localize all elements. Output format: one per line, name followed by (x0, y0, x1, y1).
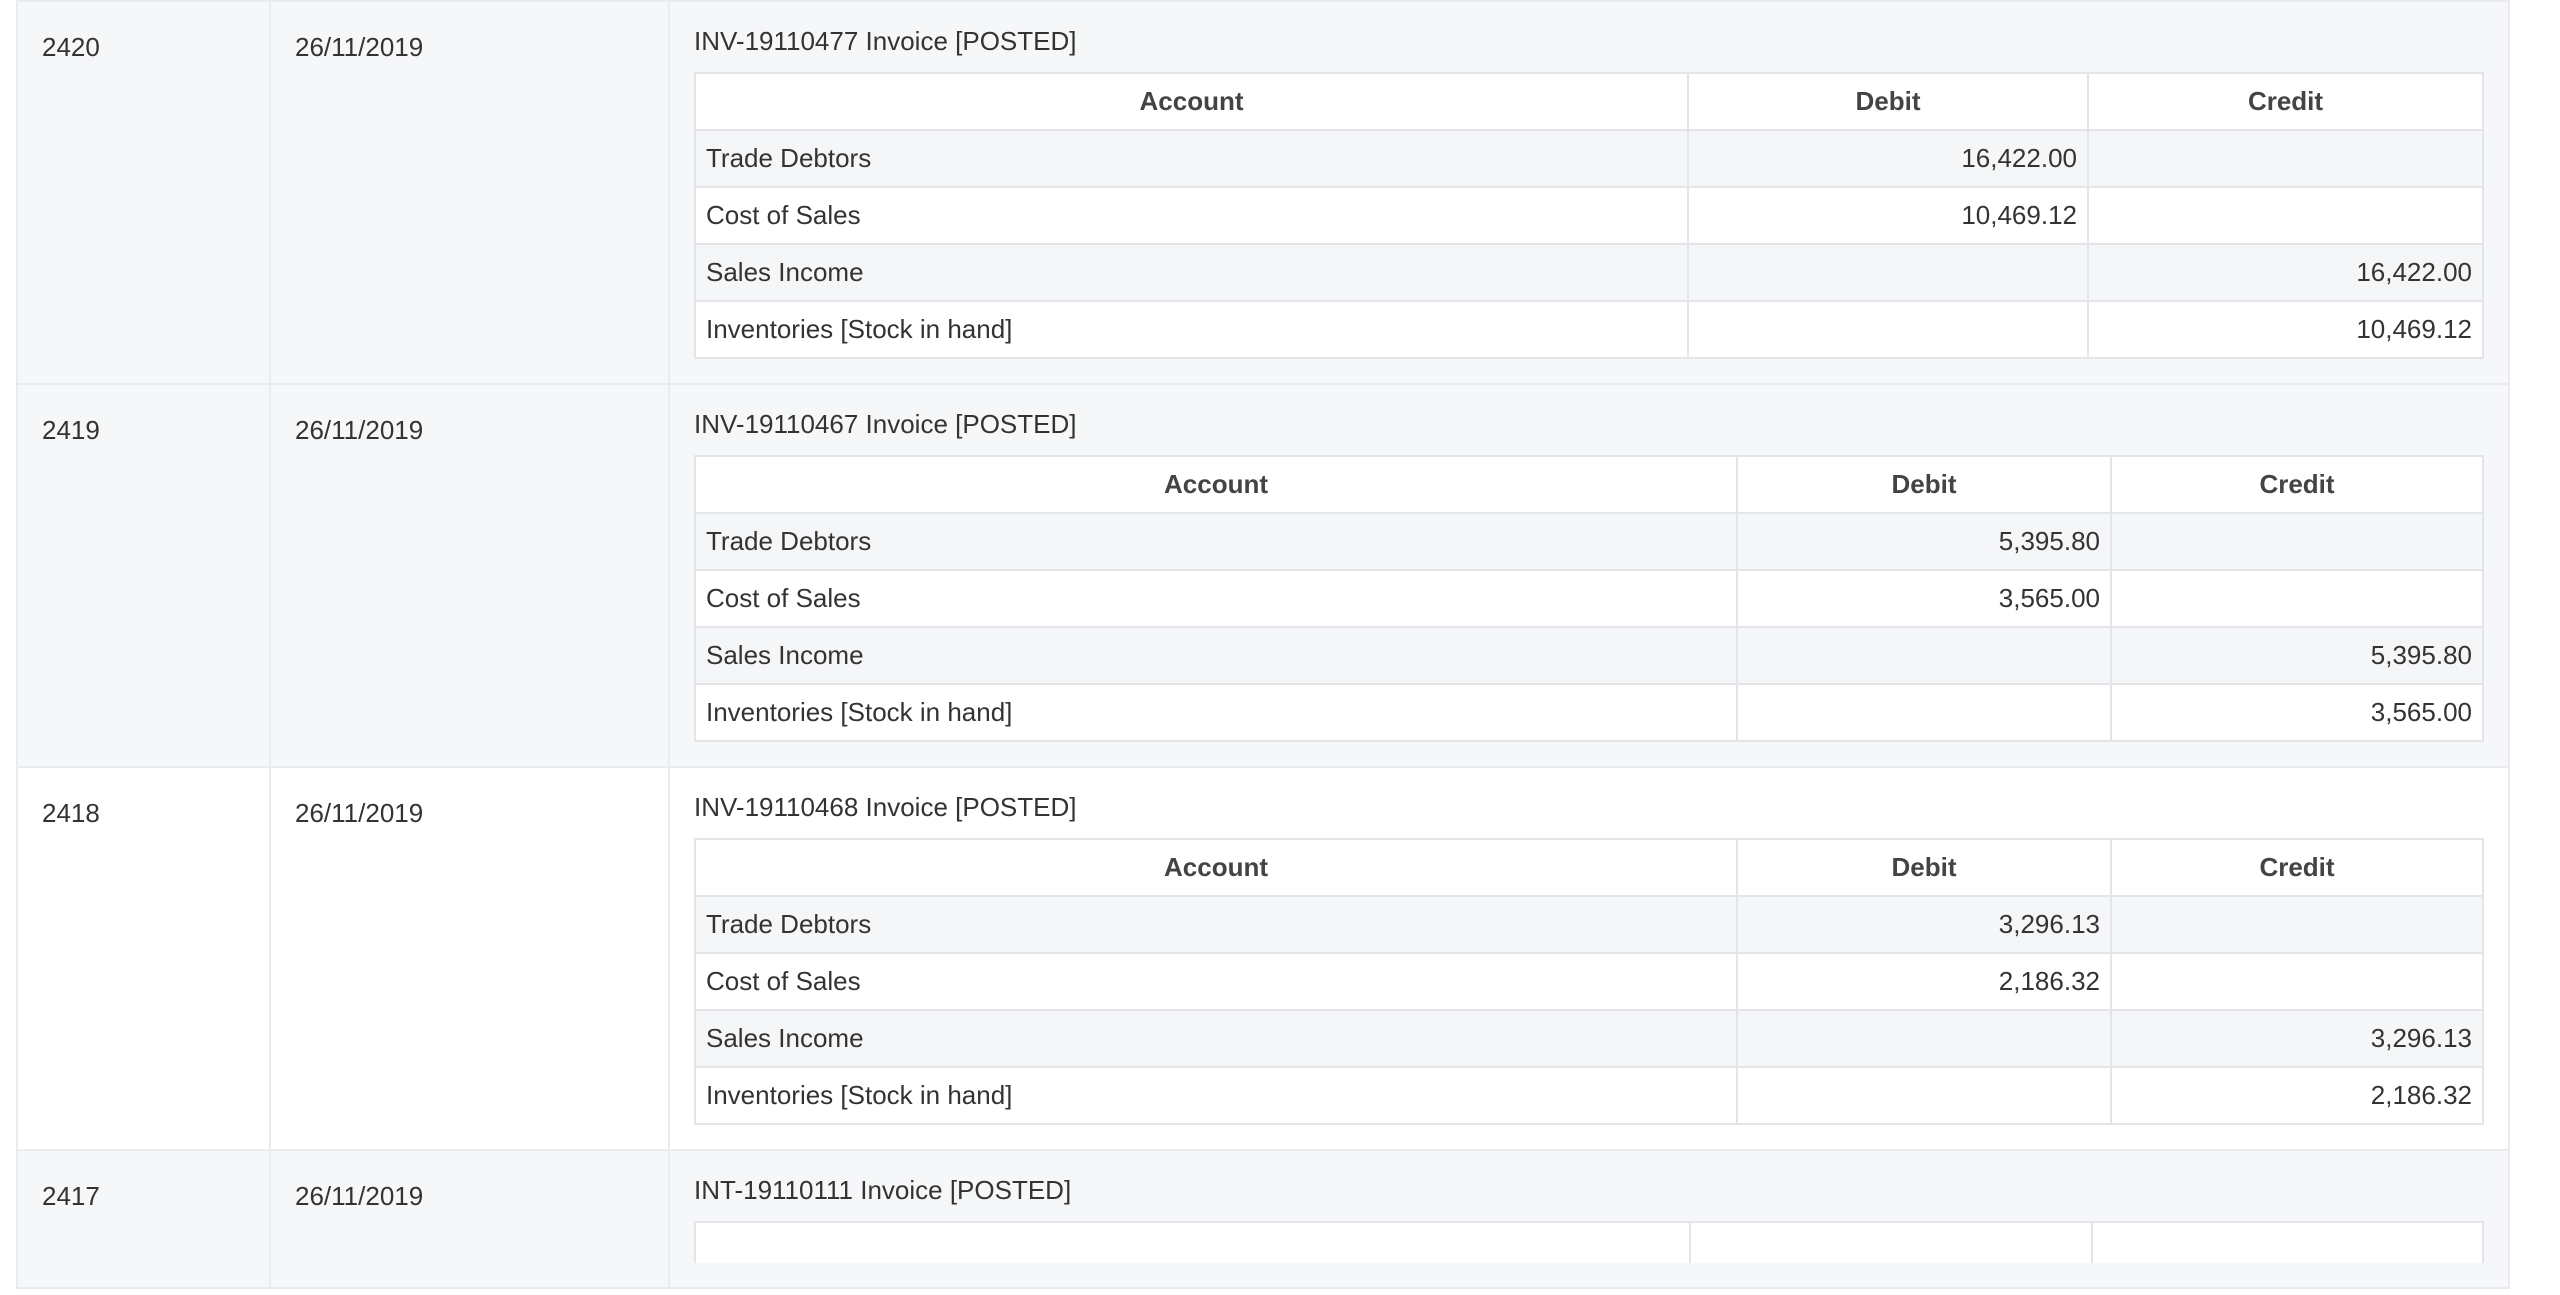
line-credit (2087, 129, 2484, 188)
line-row: Cost of Sales 2,186.32 (694, 952, 2484, 1011)
line-credit (2087, 186, 2484, 245)
entry-title: INV-19110467 Invoice [POSTED] (694, 409, 1077, 439)
line-account: Trade Debtors (694, 129, 1689, 188)
entry-id-cell: 2419 (16, 383, 271, 768)
column-header-credit: Credit (2110, 455, 2484, 514)
line-debit: 3,296.13 (1736, 895, 2112, 954)
entry-detail-cell: INT-19110111 Invoice [POSTED] (668, 1149, 2510, 1289)
entry-date: 26/11/2019 (295, 798, 424, 828)
entry-id: 2417 (42, 1181, 100, 1211)
line-account: Cost of Sales (694, 952, 1738, 1011)
journal-row[interactable]: 2417 26/11/2019 INT-19110111 Invoice [PO… (16, 1149, 2510, 1289)
line-row: Inventories [Stock in hand] 10,469.12 (694, 300, 2484, 359)
journal-table: 2420 26/11/2019 INV-19110477 Invoice [PO… (16, 0, 2510, 1289)
column-header-debit: Debit (1736, 838, 2112, 897)
entry-id-cell: 2420 (16, 0, 271, 385)
line-account: Trade Debtors (694, 895, 1738, 954)
column-header-debit: Debit (1736, 455, 2112, 514)
lines-header-row: Account Debit Credit (694, 838, 2484, 897)
line-account: Inventories [Stock in hand] (694, 300, 1689, 359)
line-account: Sales Income (694, 1009, 1738, 1068)
entry-detail-cell: INV-19110477 Invoice [POSTED] Account De… (668, 0, 2510, 385)
line-credit: 5,395.80 (2110, 626, 2484, 685)
entry-date-cell: 26/11/2019 (269, 1149, 670, 1289)
journal-row[interactable]: 2418 26/11/2019 INV-19110468 Invoice [PO… (16, 766, 2510, 1151)
line-debit: 16,422.00 (1687, 129, 2089, 188)
column-header-account: Account (694, 72, 1689, 131)
entry-date: 26/11/2019 (295, 1181, 424, 1211)
journal-row[interactable]: 2420 26/11/2019 INV-19110477 Invoice [PO… (16, 0, 2510, 385)
line-row: Trade Debtors 16,422.00 (694, 129, 2484, 188)
line-debit (1736, 626, 2112, 685)
line-row: Cost of Sales 3,565.00 (694, 569, 2484, 628)
line-row: Inventories [Stock in hand] 2,186.32 (694, 1066, 2484, 1125)
line-row: Sales Income 5,395.80 (694, 626, 2484, 685)
line-credit: 3,565.00 (2110, 683, 2484, 742)
line-account: Cost of Sales (694, 569, 1738, 628)
line-credit (2110, 952, 2484, 1011)
column-header-debit: Debit (1687, 72, 2089, 131)
line-credit (2110, 895, 2484, 954)
entry-detail-cell: INV-19110467 Invoice [POSTED] Account De… (668, 383, 2510, 768)
line-row: Trade Debtors 5,395.80 (694, 512, 2484, 571)
line-credit: 16,422.00 (2087, 243, 2484, 302)
line-debit (1687, 300, 2089, 359)
entry-title: INV-19110468 Invoice [POSTED] (694, 792, 1077, 822)
entry-date-cell: 26/11/2019 (269, 766, 670, 1151)
line-account: Sales Income (694, 626, 1738, 685)
entry-id: 2419 (42, 415, 100, 445)
entry-title: INT-19110111 Invoice [POSTED] (694, 1175, 1072, 1205)
line-row: Sales Income 3,296.13 (694, 1009, 2484, 1068)
column-header-account: Account (694, 838, 1738, 897)
line-row: Sales Income 16,422.00 (694, 243, 2484, 302)
entry-lines-table-partial (694, 1221, 2484, 1263)
line-credit (2110, 569, 2484, 628)
line-credit (2110, 512, 2484, 571)
entry-id: 2420 (42, 32, 100, 62)
entry-detail-cell: INV-19110468 Invoice [POSTED] Account De… (668, 766, 2510, 1151)
column-header-account: Account (694, 455, 1738, 514)
entry-id-cell: 2417 (16, 1149, 271, 1289)
column-header-credit: Credit (2087, 72, 2484, 131)
entry-date: 26/11/2019 (295, 32, 424, 62)
line-credit: 2,186.32 (2110, 1066, 2484, 1125)
line-debit: 5,395.80 (1736, 512, 2112, 571)
entry-id: 2418 (42, 798, 100, 828)
line-credit: 3,296.13 (2110, 1009, 2484, 1068)
lines-header-row: Account Debit Credit (694, 455, 2484, 514)
line-debit: 2,186.32 (1736, 952, 2112, 1011)
entry-title: INV-19110477 Invoice [POSTED] (694, 26, 1077, 56)
line-credit: 10,469.12 (2087, 300, 2484, 359)
line-account: Sales Income (694, 243, 1689, 302)
line-row: Trade Debtors 3,296.13 (694, 895, 2484, 954)
line-account: Cost of Sales (694, 186, 1689, 245)
entry-lines-table: Account Debit Credit Trade Debtors 3,296… (694, 838, 2484, 1125)
entry-lines-table: Account Debit Credit Trade Debtors 5,395… (694, 455, 2484, 742)
line-account: Inventories [Stock in hand] (694, 683, 1738, 742)
entry-date: 26/11/2019 (295, 415, 424, 445)
line-debit (1736, 683, 2112, 742)
line-debit: 3,565.00 (1736, 569, 2112, 628)
journal-page: 2420 26/11/2019 INV-19110477 Invoice [PO… (0, 0, 2560, 1295)
line-account: Trade Debtors (694, 512, 1738, 571)
entry-id-cell: 2418 (16, 766, 271, 1151)
line-row: Inventories [Stock in hand] 3,565.00 (694, 683, 2484, 742)
line-debit: 10,469.12 (1687, 186, 2089, 245)
line-account: Inventories [Stock in hand] (694, 1066, 1738, 1125)
entry-lines-table: Account Debit Credit Trade Debtors 16,42… (694, 72, 2484, 359)
line-row: Cost of Sales 10,469.12 (694, 186, 2484, 245)
journal-row[interactable]: 2419 26/11/2019 INV-19110467 Invoice [PO… (16, 383, 2510, 768)
entry-date-cell: 26/11/2019 (269, 383, 670, 768)
line-debit (1687, 243, 2089, 302)
lines-header-row: Account Debit Credit (694, 72, 2484, 131)
entry-date-cell: 26/11/2019 (269, 0, 670, 385)
line-debit (1736, 1066, 2112, 1125)
column-header-credit: Credit (2110, 838, 2484, 897)
line-debit (1736, 1009, 2112, 1068)
